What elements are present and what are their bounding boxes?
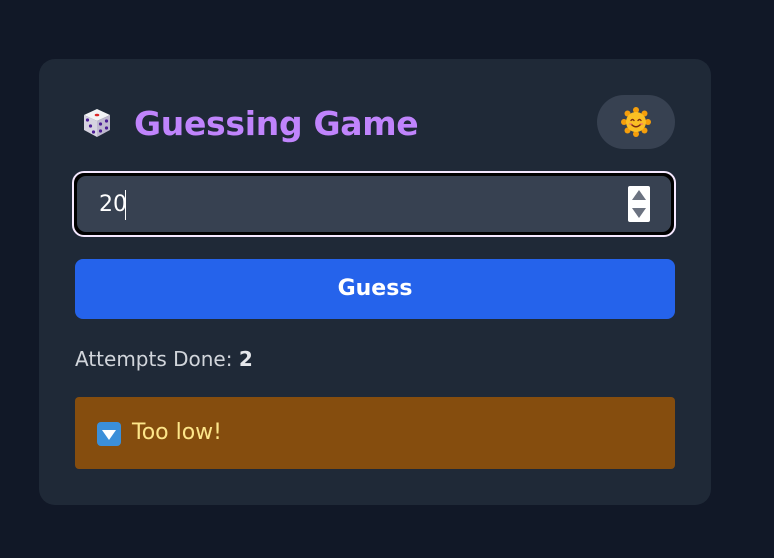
increment-arrow-icon[interactable] (632, 190, 646, 200)
guess-input-field[interactable]: 20 (77, 176, 671, 232)
page-title: Guessing Game (134, 104, 419, 143)
decrement-arrow-icon[interactable] (632, 208, 646, 218)
number-spinner[interactable] (628, 186, 650, 222)
attempts-label: Attempts Done: (75, 347, 233, 371)
dice-icon (81, 107, 113, 139)
guess-input-value[interactable]: 20 (99, 192, 127, 218)
down-arrow-icon (97, 422, 121, 446)
game-card: Guessing Game 20 Guess Attempts Done: 2 … (39, 59, 711, 505)
text-caret (125, 190, 126, 220)
attempts-count: 2 (238, 347, 253, 371)
guess-input[interactable]: 20 (72, 171, 676, 237)
feedback-message: Too low! (132, 420, 222, 445)
theme-toggle-button[interactable] (597, 95, 675, 149)
guess-button[interactable]: Guess (75, 259, 675, 319)
attempts-counter: Attempts Done: 2 (75, 347, 253, 371)
header: Guessing Game (75, 95, 675, 151)
feedback-alert: Too low! (75, 397, 675, 469)
